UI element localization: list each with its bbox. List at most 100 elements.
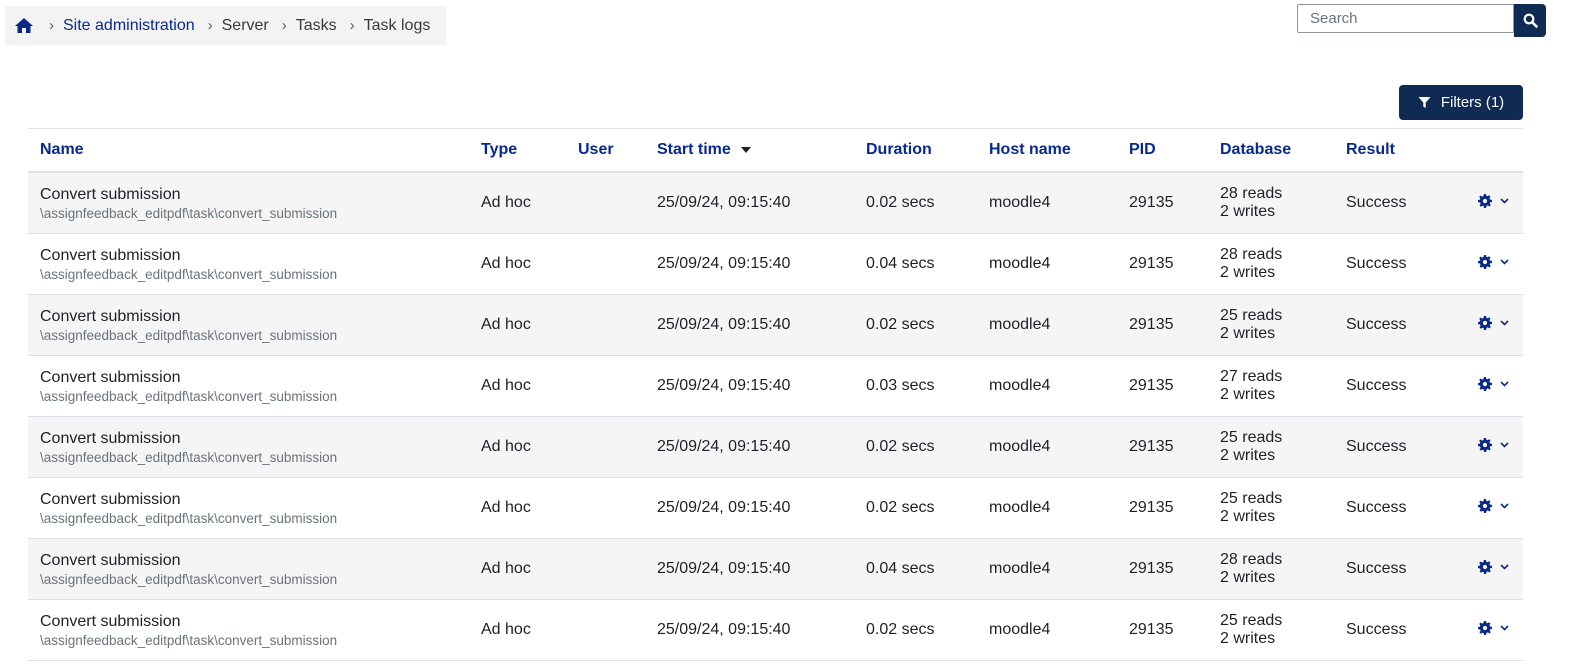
- task-classname: \assignfeedback_editpdf\task\convert_sub…: [40, 633, 338, 648]
- row-actions-menu[interactable]: [1478, 499, 1509, 513]
- gear-icon: [1478, 621, 1492, 635]
- row-actions-menu[interactable]: [1478, 255, 1509, 269]
- header-user[interactable]: User: [578, 141, 614, 159]
- task-type: Ad hoc: [481, 194, 531, 211]
- task-database: 28 reads 2 writes: [1220, 246, 1282, 282]
- task-result: Success: [1346, 255, 1407, 272]
- task-start-time: 25/09/24, 09:15:40: [657, 560, 791, 577]
- task-database: 28 reads 2 writes: [1220, 185, 1282, 221]
- task-name: Convert submission: [40, 491, 181, 508]
- chevron-down-icon: [1500, 198, 1509, 204]
- task-duration: 0.02 secs: [866, 194, 935, 211]
- breadcrumb-tasks[interactable]: Tasks: [296, 17, 337, 35]
- header-host-name[interactable]: Host name: [989, 141, 1071, 159]
- header-pid[interactable]: PID: [1129, 141, 1156, 159]
- table-row: Convert submission \assignfeedback_editpd…: [28, 356, 1523, 417]
- task-name-cell: Convert submission \assignfeedback_editpd…: [40, 186, 337, 221]
- header-result[interactable]: Result: [1346, 141, 1395, 159]
- header-start-time[interactable]: Start time: [657, 141, 752, 159]
- chevron-down-icon: [1500, 503, 1509, 509]
- task-db-reads: 25 reads: [1220, 429, 1283, 446]
- task-type: Ad hoc: [481, 316, 531, 333]
- task-db-reads: 25 reads: [1220, 490, 1283, 507]
- task-result: Success: [1346, 194, 1407, 211]
- task-type: Ad hoc: [481, 560, 531, 577]
- table-row: Convert submission \assignfeedback_editpd…: [28, 295, 1523, 356]
- task-pid: 29135: [1129, 438, 1174, 455]
- task-db-writes: 2 writes: [1220, 386, 1276, 403]
- task-result: Success: [1346, 438, 1407, 455]
- task-name-cell: Convert submission \assignfeedback_editpd…: [40, 552, 337, 587]
- home-icon[interactable]: [14, 16, 36, 36]
- breadcrumb-server[interactable]: Server: [222, 17, 269, 35]
- row-actions-menu[interactable]: [1478, 377, 1509, 391]
- task-name: Convert submission: [40, 247, 181, 264]
- task-db-reads: 28 reads: [1220, 185, 1283, 202]
- task-result: Success: [1346, 377, 1407, 394]
- header-name[interactable]: Name: [40, 141, 84, 159]
- filters-label: Filters (1): [1440, 94, 1505, 111]
- row-actions-menu[interactable]: [1478, 438, 1509, 452]
- chevron-right-icon: ›: [49, 17, 54, 34]
- task-name: Convert submission: [40, 369, 181, 386]
- task-classname: \assignfeedback_editpdf\task\convert_sub…: [40, 511, 338, 526]
- task-start-time: 25/09/24, 09:15:40: [657, 255, 791, 272]
- task-duration: 0.02 secs: [866, 316, 935, 333]
- task-result: Success: [1346, 499, 1407, 516]
- task-name: Convert submission: [40, 186, 181, 203]
- task-duration: 0.04 secs: [866, 255, 935, 272]
- task-start-time: 25/09/24, 09:15:40: [657, 621, 791, 638]
- row-actions-menu[interactable]: [1478, 316, 1509, 330]
- task-database: 25 reads 2 writes: [1220, 429, 1282, 465]
- task-start-time: 25/09/24, 09:15:40: [657, 316, 791, 333]
- search-input[interactable]: [1297, 4, 1514, 33]
- chevron-right-icon: ›: [207, 17, 213, 34]
- row-actions-menu[interactable]: [1478, 194, 1509, 208]
- task-host-name: moodle4: [989, 377, 1051, 394]
- task-name: Convert submission: [40, 430, 181, 447]
- header-database[interactable]: Database: [1220, 141, 1291, 159]
- task-result: Success: [1346, 560, 1407, 577]
- gear-icon: [1478, 316, 1492, 330]
- chevron-down-icon: [1500, 320, 1509, 326]
- task-database: 25 reads 2 writes: [1220, 307, 1282, 343]
- search-button[interactable]: [1514, 4, 1546, 37]
- task-duration: 0.04 secs: [866, 560, 935, 577]
- task-classname: \assignfeedback_editpdf\task\convert_sub…: [40, 267, 338, 282]
- task-duration: 0.02 secs: [866, 499, 935, 516]
- table-row: Convert submission \assignfeedback_editpd…: [28, 539, 1523, 600]
- row-actions-menu[interactable]: [1478, 560, 1509, 574]
- task-duration: 0.02 secs: [866, 438, 935, 455]
- task-db-writes: 2 writes: [1220, 325, 1276, 342]
- task-type: Ad hoc: [481, 438, 531, 455]
- table-row: Convert submission \assignfeedback_editpd…: [28, 478, 1523, 539]
- task-database: 25 reads 2 writes: [1220, 612, 1282, 648]
- gear-icon: [1478, 499, 1492, 513]
- task-host-name: moodle4: [989, 194, 1051, 211]
- task-name: Convert submission: [40, 613, 181, 630]
- chevron-right-icon: ›: [281, 17, 287, 34]
- breadcrumb-task-logs: Task logs: [363, 16, 431, 34]
- filters-button[interactable]: Filters (1): [1399, 85, 1523, 120]
- task-classname: \assignfeedback_editpdf\task\convert_sub…: [40, 450, 338, 465]
- task-name: Convert submission: [40, 308, 181, 325]
- breadcrumb-site-administration[interactable]: Site administration: [63, 17, 195, 35]
- table-body: Convert submission \assignfeedback_editpd…: [28, 173, 1523, 661]
- task-pid: 29135: [1129, 377, 1174, 394]
- task-db-reads: 27 reads: [1220, 368, 1283, 385]
- task-host-name: moodle4: [989, 499, 1051, 516]
- task-duration: 0.02 secs: [866, 621, 935, 638]
- gear-icon: [1478, 560, 1492, 574]
- task-start-time: 25/09/24, 09:15:40: [657, 194, 791, 211]
- row-actions-menu[interactable]: [1478, 621, 1509, 635]
- task-classname: \assignfeedback_editpdf\task\convert_sub…: [40, 328, 338, 343]
- header-duration[interactable]: Duration: [866, 141, 932, 159]
- task-db-reads: 28 reads: [1220, 551, 1283, 568]
- task-db-writes: 2 writes: [1220, 508, 1276, 525]
- header-start-time-label: Start time: [657, 141, 731, 158]
- header-type[interactable]: Type: [481, 141, 517, 159]
- task-result: Success: [1346, 621, 1407, 638]
- table-row: Convert submission \assignfeedback_editpd…: [28, 417, 1523, 478]
- task-classname: \assignfeedback_editpdf\task\convert_sub…: [40, 206, 338, 221]
- gear-icon: [1478, 194, 1492, 208]
